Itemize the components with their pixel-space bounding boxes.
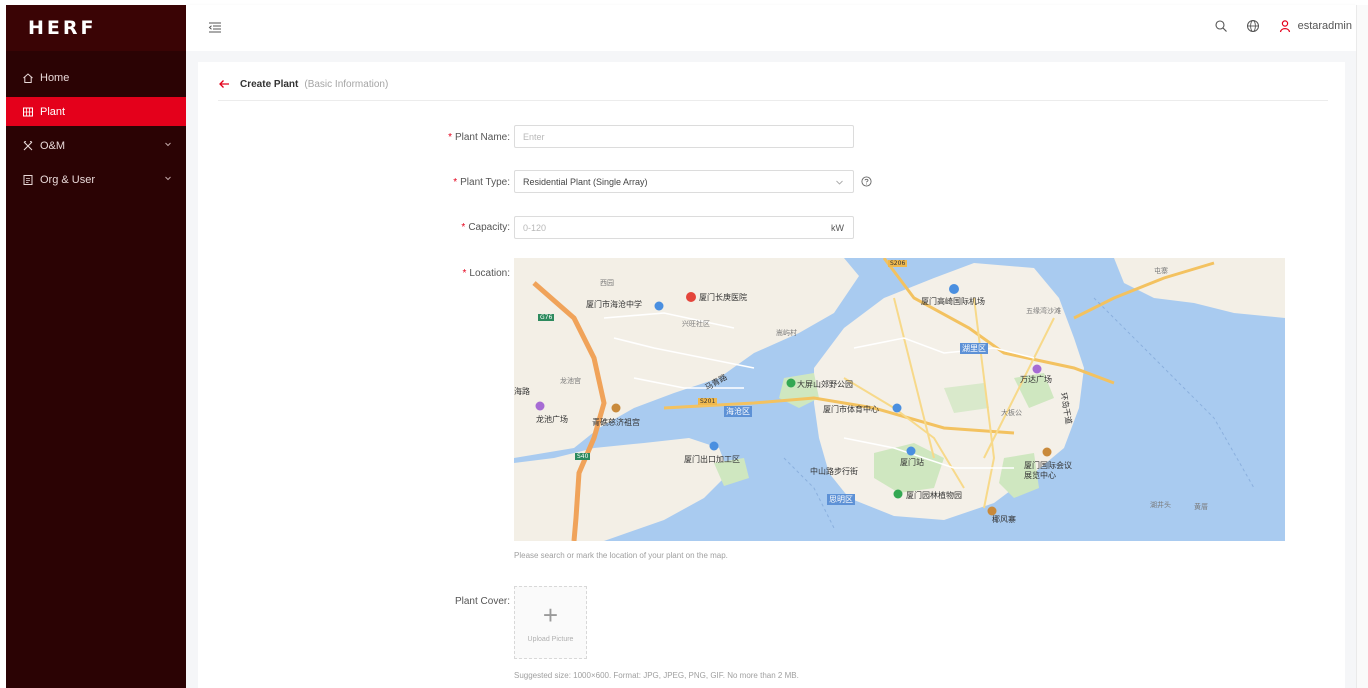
chevron-down-icon bbox=[165, 142, 171, 147]
capacity-label: * Capacity: bbox=[400, 222, 510, 233]
map-label: 龙池宫 bbox=[560, 377, 581, 385]
map-label: 思明区 bbox=[827, 494, 855, 505]
map-label: 海路 bbox=[514, 387, 530, 396]
search-icon[interactable] bbox=[1214, 19, 1228, 33]
upload-picture-label: Upload Picture bbox=[527, 636, 574, 643]
map-label: 大屏山郊野公园 bbox=[797, 380, 853, 389]
map-label: 厦门园林植物园 bbox=[906, 491, 962, 500]
required-mark: * bbox=[453, 177, 458, 188]
map-label: 厦门高崎国际机场 bbox=[921, 297, 985, 306]
map-label: 厦门市体育中心 bbox=[823, 405, 879, 414]
plant-cover-label-text: Plant Cover: bbox=[454, 596, 510, 607]
road-shield: G76 bbox=[538, 314, 555, 321]
map-label: 龙池广场 bbox=[536, 415, 568, 424]
plant-type-label: * Plant Type: bbox=[400, 177, 510, 188]
back-arrow-icon[interactable] bbox=[218, 78, 230, 90]
road-shield: S40 bbox=[575, 453, 591, 460]
map-label: 兴旺社区 bbox=[682, 320, 710, 328]
form-card: Create Plant (Basic Information) * Plant … bbox=[198, 62, 1345, 688]
map-label: 湖里区 bbox=[960, 343, 988, 354]
map-label: 湖井头 bbox=[1150, 501, 1171, 509]
scrollbar[interactable] bbox=[1356, 5, 1368, 688]
capacity-placeholder: 0-120 bbox=[523, 222, 547, 233]
top-right-actions: estaradmin bbox=[1214, 19, 1352, 33]
capacity-unit: kW bbox=[831, 223, 844, 233]
map-label: 椰风寨 bbox=[992, 515, 1016, 524]
sidebar-item-label: O&M bbox=[40, 139, 66, 152]
plant-type-label-text: Plant Type: bbox=[460, 177, 510, 188]
menu-fold-icon[interactable] bbox=[208, 21, 222, 35]
map-label: 厦门长庚医院 bbox=[699, 293, 747, 302]
map-label: 黄厝 bbox=[1194, 503, 1208, 511]
map-label: 嵩屿村 bbox=[776, 329, 797, 337]
sidebar-item-plant[interactable]: Plant bbox=[6, 97, 186, 126]
page-subtitle: (Basic Information) bbox=[304, 78, 389, 90]
sidebar-item-label: Home bbox=[40, 71, 70, 84]
required-mark: * bbox=[461, 222, 466, 233]
location-label: * Location: bbox=[400, 268, 511, 279]
map-label: 屯寨 bbox=[1154, 267, 1168, 275]
capacity-input[interactable]: 0-120 kW bbox=[514, 216, 854, 239]
location-hint: Please search or mark the location of yo… bbox=[514, 551, 728, 560]
plant-grid-icon bbox=[22, 106, 34, 118]
upload-picture-button[interactable]: + Upload Picture bbox=[514, 586, 587, 659]
chevron-down-icon bbox=[836, 180, 843, 185]
plant-name-input[interactable]: Enter bbox=[514, 125, 854, 148]
sidebar-item-label: Org & User bbox=[40, 173, 96, 186]
help-icon[interactable] bbox=[861, 176, 872, 187]
map-label: 西园 bbox=[600, 279, 614, 287]
chevron-down-icon bbox=[165, 176, 171, 181]
app-root: HERF Home Plant O&M Org & User estaradmi… bbox=[0, 0, 1368, 688]
map-label: 万达广场 bbox=[1020, 375, 1052, 384]
top-bar: estaradmin bbox=[186, 5, 1356, 51]
logo: HERF bbox=[28, 17, 97, 39]
sidebar-item-om[interactable]: O&M bbox=[6, 131, 186, 160]
plant-name-label-text: Plant Name: bbox=[454, 132, 510, 143]
map-label: 五缘湾沙滩 bbox=[1026, 307, 1061, 315]
username[interactable]: estaradmin bbox=[1298, 20, 1352, 32]
map-label: 厦门市海沧中学 bbox=[586, 300, 642, 309]
plant-cover-label: Plant Cover: bbox=[400, 596, 510, 607]
required-mark: * bbox=[448, 132, 452, 143]
sidebar-menu: Home Plant O&M Org & User bbox=[6, 63, 186, 194]
user-icon[interactable] bbox=[1278, 19, 1292, 33]
plant-name-label: * Plant Name: bbox=[400, 132, 510, 143]
required-mark: * bbox=[462, 268, 467, 279]
location-label-text: Location: bbox=[469, 268, 510, 279]
map-label: 青礁慈济祖宫 bbox=[592, 418, 640, 427]
home-icon bbox=[22, 72, 34, 84]
sidebar-item-label: Plant bbox=[40, 105, 66, 118]
capacity-label-text: Capacity: bbox=[468, 222, 510, 233]
road-shield: S206 bbox=[888, 260, 908, 267]
map-label: 海沧区 bbox=[724, 406, 752, 417]
plus-icon: + bbox=[542, 600, 559, 630]
map-label: 厦门站 bbox=[900, 458, 924, 467]
plant-name-placeholder: Enter bbox=[523, 131, 545, 142]
map-label: 中山路步行街 bbox=[810, 467, 858, 476]
road-shield: S201 bbox=[698, 398, 718, 405]
divider bbox=[218, 100, 1328, 101]
page-header: Create Plant (Basic Information) bbox=[218, 76, 388, 92]
org-icon bbox=[22, 174, 34, 186]
sidebar-item-home[interactable]: Home bbox=[6, 63, 186, 92]
plant-type-value: Residential Plant (Single Array) bbox=[523, 176, 648, 187]
plant-type-select[interactable]: Residential Plant (Single Array) bbox=[514, 170, 854, 193]
page-title: Create Plant bbox=[240, 78, 299, 90]
map-label: 大板公 bbox=[1001, 409, 1022, 417]
sidebar: HERF Home Plant O&M Org & User bbox=[6, 5, 186, 688]
sidebar-item-org-user[interactable]: Org & User bbox=[6, 165, 186, 194]
plant-cover-hint: Suggested size: 1000×600. Format: JPG, J… bbox=[514, 671, 799, 680]
location-map[interactable]: G76 S201 S206 S40 西园 厦门市海沧中学 厦门长庚医院 兴旺社区… bbox=[514, 258, 1285, 541]
globe-icon[interactable] bbox=[1246, 19, 1260, 33]
tools-icon bbox=[22, 140, 34, 152]
logo-area: HERF bbox=[6, 5, 186, 51]
map-label: 厦门出口加工区 bbox=[684, 455, 740, 464]
map-label: 厦门国际会议展览中心 bbox=[1024, 461, 1072, 480]
